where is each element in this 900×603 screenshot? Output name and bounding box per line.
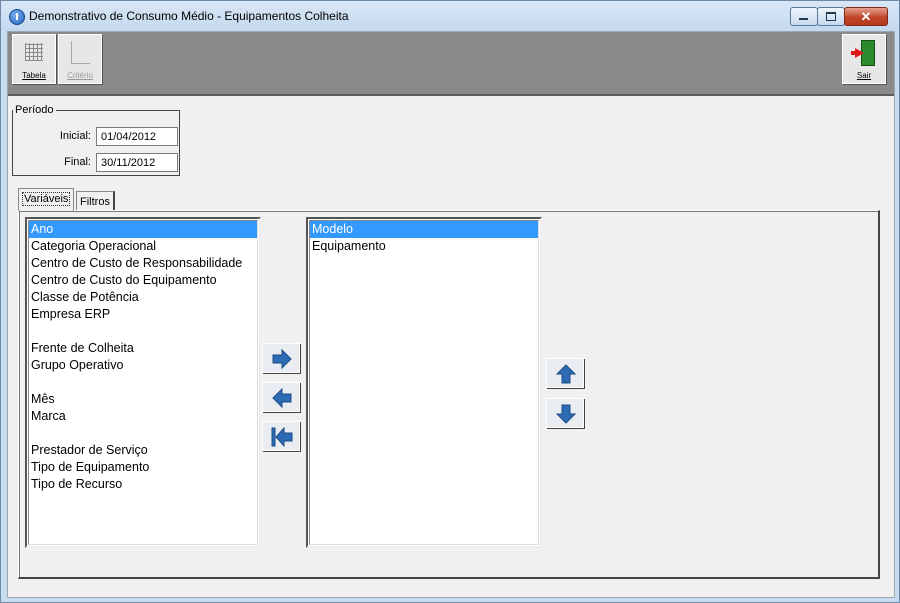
tab-variaveis[interactable]: Variáveis <box>18 188 75 211</box>
list-item <box>29 374 257 391</box>
move-all-left-button[interactable] <box>262 421 300 451</box>
list-item[interactable]: Tipo de Recurso <box>29 476 257 493</box>
close-button[interactable]: ✕ <box>844 7 888 26</box>
selected-variables-list[interactable]: Modelo Equipamento <box>306 217 542 548</box>
list-item[interactable]: Marca <box>29 408 257 425</box>
title-bar[interactable]: Demonstrativo de Consumo Médio - Equipam… <box>1 1 899 31</box>
criterio-label: Critério <box>67 71 93 80</box>
list-item[interactable]: Grupo Operativo <box>29 357 257 374</box>
maximize-icon <box>826 12 836 21</box>
client-area: Tabela Critério Sair Período Inicial: 01… <box>7 31 895 598</box>
exit-door-icon <box>851 40 875 66</box>
list-item[interactable]: Prestador de Serviço <box>29 442 257 459</box>
minimize-icon <box>799 18 808 20</box>
table-grid-icon <box>25 43 43 61</box>
list-item <box>29 425 257 442</box>
sair-button[interactable]: Sair <box>842 34 886 84</box>
sair-label: Sair <box>856 71 872 80</box>
minimize-button[interactable] <box>790 7 818 26</box>
inicial-label: Inicial: <box>59 130 91 142</box>
criteria-icon <box>71 41 90 64</box>
list-item <box>29 323 257 340</box>
criterio-button[interactable]: Critério <box>58 34 102 84</box>
arrow-down-icon <box>555 404 577 424</box>
list-item[interactable]: Mês <box>29 391 257 408</box>
move-left-button[interactable] <box>262 382 300 412</box>
arrow-left-icon <box>272 388 292 408</box>
available-variables-list[interactable]: Ano Categoria Operacional Centro de Custo … <box>25 217 261 548</box>
move-right-button[interactable] <box>262 343 300 373</box>
move-up-button[interactable] <box>546 358 584 388</box>
arrow-right-icon <box>272 349 292 369</box>
tab-filtros[interactable]: Filtros <box>76 191 115 212</box>
move-down-button[interactable] <box>546 398 584 428</box>
periodo-legend: Período <box>15 104 54 116</box>
window-title: Demonstrativo de Consumo Médio - Equipam… <box>29 9 349 23</box>
main-window: Demonstrativo de Consumo Médio - Equipam… <box>0 0 900 603</box>
tabela-label: Tabela <box>22 71 46 80</box>
list-item[interactable]: Ano <box>29 221 257 238</box>
list-item[interactable]: Equipamento <box>310 238 538 255</box>
tab-filtros-label: Filtros <box>80 196 110 208</box>
list-item[interactable]: Centro de Custo do Equipamento <box>29 272 257 289</box>
list-item[interactable]: Categoria Operacional <box>29 238 257 255</box>
toolbar: Tabela Critério Sair <box>8 32 894 96</box>
tab-variaveis-label: Variáveis <box>22 192 71 206</box>
list-item[interactable]: Modelo <box>310 221 538 238</box>
arrow-up-icon <box>555 364 577 384</box>
maximize-button[interactable] <box>817 7 845 26</box>
list-item[interactable]: Frente de Colheita <box>29 340 257 357</box>
final-label: Final: <box>64 156 91 168</box>
periodo-group: Período Inicial: 01/04/2012 Final: 30/11… <box>12 104 180 176</box>
list-item[interactable]: Centro de Custo de Responsabilidade <box>29 255 257 272</box>
arrow-first-icon <box>271 427 293 447</box>
tabela-button[interactable]: Tabela <box>12 34 56 84</box>
final-date-input[interactable]: 30/11/2012 <box>96 153 178 172</box>
close-icon: ✕ <box>860 9 872 24</box>
inicial-date-input[interactable]: 01/04/2012 <box>96 127 178 146</box>
list-item[interactable]: Tipo de Equipamento <box>29 459 257 476</box>
list-item[interactable]: Empresa ERP <box>29 306 257 323</box>
app-icon <box>9 9 25 25</box>
list-item[interactable]: Classe de Potência <box>29 289 257 306</box>
